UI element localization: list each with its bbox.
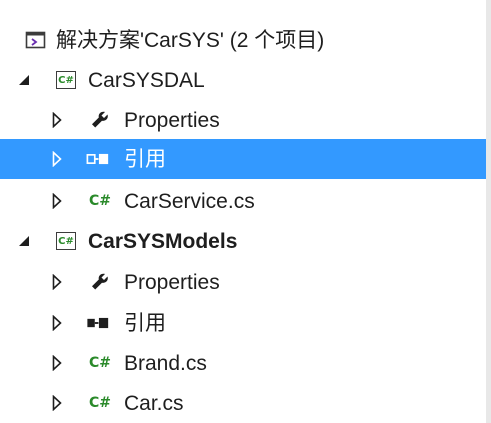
expand-triangle-icon[interactable] [50,395,64,411]
item-label: Properties [124,108,220,132]
tree-item-file[interactable]: C# Car.cs [0,383,486,423]
csharp-file-icon: C# [88,355,111,371]
project-node-carsysmodels[interactable]: C# CarSYSModels [0,221,486,261]
collapse-triangle-icon[interactable] [17,72,31,88]
tree-item-references[interactable]: 引用 [0,139,486,179]
tree-item-references[interactable]: 引用 [0,303,486,343]
item-label: Car.cs [124,391,184,415]
csharp-project-icon: C# [54,69,78,91]
expand-triangle-icon[interactable] [50,193,64,209]
references-icon [86,312,110,334]
expand-triangle-icon[interactable] [50,315,64,331]
project-label: CarSYSDAL [88,68,205,92]
csharp-file-icon: C# [88,395,111,411]
expand-triangle-icon[interactable] [50,151,64,167]
expand-triangle-icon[interactable] [50,112,64,128]
solution-icon [24,29,48,51]
references-icon [86,148,110,170]
vertical-scrollbar[interactable] [486,0,491,423]
expand-triangle-icon[interactable] [50,274,64,290]
collapse-triangle-icon[interactable] [17,233,31,249]
expand-triangle-icon[interactable] [50,355,64,371]
tree-item-file[interactable]: C# Brand.cs [0,343,486,383]
wrench-icon [88,271,112,293]
solution-node[interactable]: 解决方案'CarSYS' (2 个项目) [0,20,486,60]
wrench-icon [88,109,112,131]
csharp-file-icon: C# [88,193,111,209]
tree-item-file[interactable]: C# CarService.cs [0,181,486,221]
solution-label: 解决方案'CarSYS' (2 个项目) [56,28,325,52]
item-label: CarService.cs [124,189,255,213]
csharp-project-icon: C# [54,230,78,252]
item-label: 引用 [124,147,166,171]
item-label: Brand.cs [124,351,207,375]
item-label: Properties [124,270,220,294]
project-label: CarSYSModels [88,229,238,253]
item-label: 引用 [124,311,166,335]
project-node-carsysdal[interactable]: C# CarSYSDAL [0,60,486,100]
tree-item-properties[interactable]: Properties [0,262,486,302]
tree-item-properties[interactable]: Properties [0,100,486,140]
